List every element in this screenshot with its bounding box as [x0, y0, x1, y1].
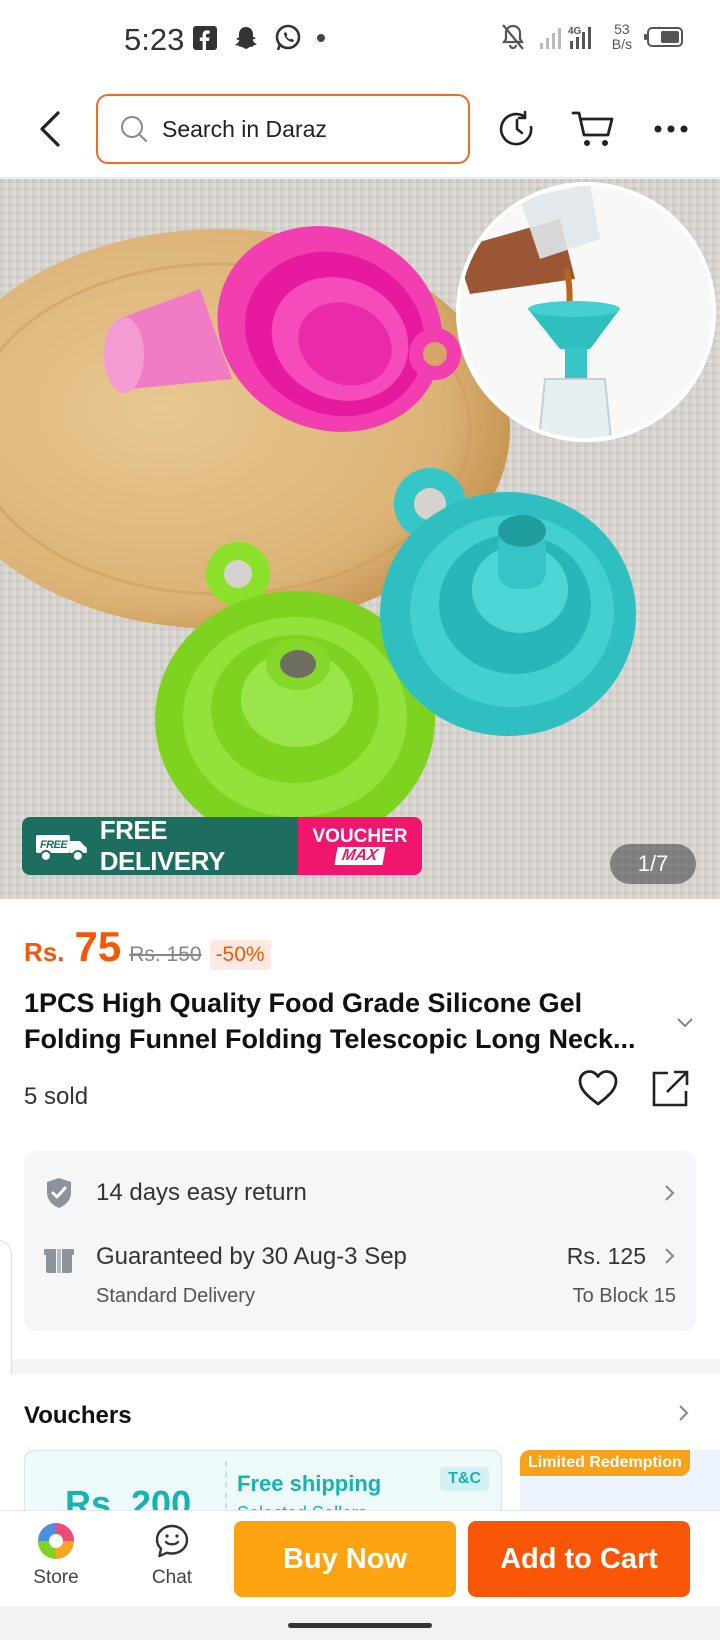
voucher-divider [225, 1461, 227, 1514]
back-button[interactable] [30, 106, 70, 152]
free-delivery-label: FREE DELIVERY [99, 817, 226, 875]
search-header [0, 80, 720, 178]
buy-now-button[interactable]: Buy Now [234, 1521, 456, 1597]
signal-icon: 4G [539, 26, 591, 49]
voucher-max-label: MAX [334, 847, 386, 865]
free-delivery-label-box: FREE FREE DELIVERY [22, 817, 298, 875]
snapchat-icon [235, 27, 257, 49]
facebook-icon [193, 26, 217, 50]
limited-redemption-badge: Limited Redemption [520, 1450, 690, 1476]
product-info: Rs. 75 Rs. 150 -50% 1PCS High Quality Fo… [0, 899, 720, 1359]
store-label: Store [33, 1567, 79, 1588]
more-button[interactable] [648, 106, 694, 152]
status-bar: 5:23 4G 53 B/s [0, 0, 720, 80]
voucher-card-free-shipping[interactable]: Rs. 200 Free shipping Selected Sellers T… [24, 1450, 502, 1514]
whatsapp-icon [275, 24, 301, 51]
battery-icon [644, 27, 683, 47]
shield-check-icon [47, 1178, 71, 1208]
back-icon [40, 111, 60, 147]
truck-icon: FREE [35, 835, 87, 862]
voucher-title: Free shipping [237, 1471, 382, 1496]
chat-button[interactable]: Chat [132, 1521, 212, 1589]
delivery-row[interactable]: Guaranteed by 30 Aug-3 Sep Standard Deli… [44, 1243, 676, 1317]
search-input[interactable] [162, 115, 442, 143]
voucher-tc-badge[interactable]: T&C [440, 1467, 489, 1491]
bottom-action-bar: Store Chat Buy Now Add to Cart [0, 1510, 720, 1606]
voucher-label: VOUCHER [312, 826, 408, 847]
mute-icon [501, 24, 524, 50]
heart-icon[interactable] [578, 1069, 618, 1107]
chevron-right-icon[interactable] [678, 1404, 690, 1422]
status-time: 5:23 [124, 22, 185, 57]
svg-text:4G: 4G [568, 26, 582, 37]
system-icons: 4G 53 B/s [500, 22, 684, 52]
more-icon [654, 125, 688, 133]
history-button[interactable] [494, 106, 540, 152]
product-image-gallery[interactable]: FREE FREE DELIVERY VOUCHER MAX 1/7 [0, 179, 720, 899]
price-currency: Rs. [24, 937, 65, 967]
network-speed: 53 B/s [612, 22, 632, 52]
search-box[interactable] [96, 94, 470, 164]
vouchers-title: Vouchers [24, 1402, 132, 1429]
package-icon [44, 1249, 74, 1273]
chat-icon [155, 1524, 189, 1558]
discount-badge: -50% [209, 940, 271, 970]
return-policy-row[interactable]: 14 days easy return [44, 1171, 676, 1215]
product-photo [0, 179, 720, 899]
voucher-max-badge: VOUCHER MAX [298, 817, 422, 875]
price-row: Rs. 75 Rs. 150 -50% [24, 923, 271, 971]
free-delivery-banner: FREE FREE DELIVERY VOUCHER MAX [22, 817, 422, 875]
dot-icon [317, 34, 325, 42]
store-icon [38, 1523, 74, 1559]
sold-count: 5 sold [24, 1083, 89, 1110]
search-icon [121, 116, 147, 142]
store-button[interactable]: Store [16, 1521, 96, 1589]
speed-unit: B/s [611, 36, 632, 52]
notification-icons [192, 24, 326, 52]
home-gesture-handle[interactable] [288, 1623, 432, 1628]
delivery-fee: Rs. 125 [566, 1243, 646, 1269]
chat-label: Chat [151, 1567, 193, 1588]
delivery-location: To Block 15 [572, 1285, 676, 1307]
return-policy-text: 14 days easy return [96, 1179, 307, 1206]
chevron-right-icon [665, 1185, 675, 1201]
truck-badge-text: FREE [40, 839, 68, 851]
vouchers-section: Vouchers Rs. 200 Free shipping Selected … [0, 1374, 720, 1514]
history-icon [499, 110, 533, 146]
image-counter: 1/7 [610, 844, 696, 884]
delivery-type: Standard Delivery [96, 1285, 255, 1307]
voucher-card-limited[interactable]: Limited Redemption 15% [520, 1450, 720, 1514]
share-icon[interactable] [650, 1069, 690, 1109]
chevron-down-icon[interactable] [676, 1017, 694, 1029]
delivery-guarantee: Guaranteed by 30 Aug-3 Sep [96, 1243, 407, 1270]
product-title[interactable]: 1PCS High Quality Food Grade Silicone Ge… [24, 985, 654, 1057]
original-price: Rs. 150 [129, 943, 202, 966]
speed-value: 53 [614, 21, 630, 37]
current-price: 75 [74, 923, 122, 970]
cart-button[interactable] [570, 106, 616, 152]
add-to-cart-button[interactable]: Add to Cart [468, 1521, 690, 1597]
chevron-right-icon [665, 1248, 675, 1264]
service-card: 14 days easy return Guaranteed by 30 Aug… [24, 1151, 696, 1331]
cart-icon [571, 111, 614, 146]
system-nav-bar [0, 1606, 720, 1640]
